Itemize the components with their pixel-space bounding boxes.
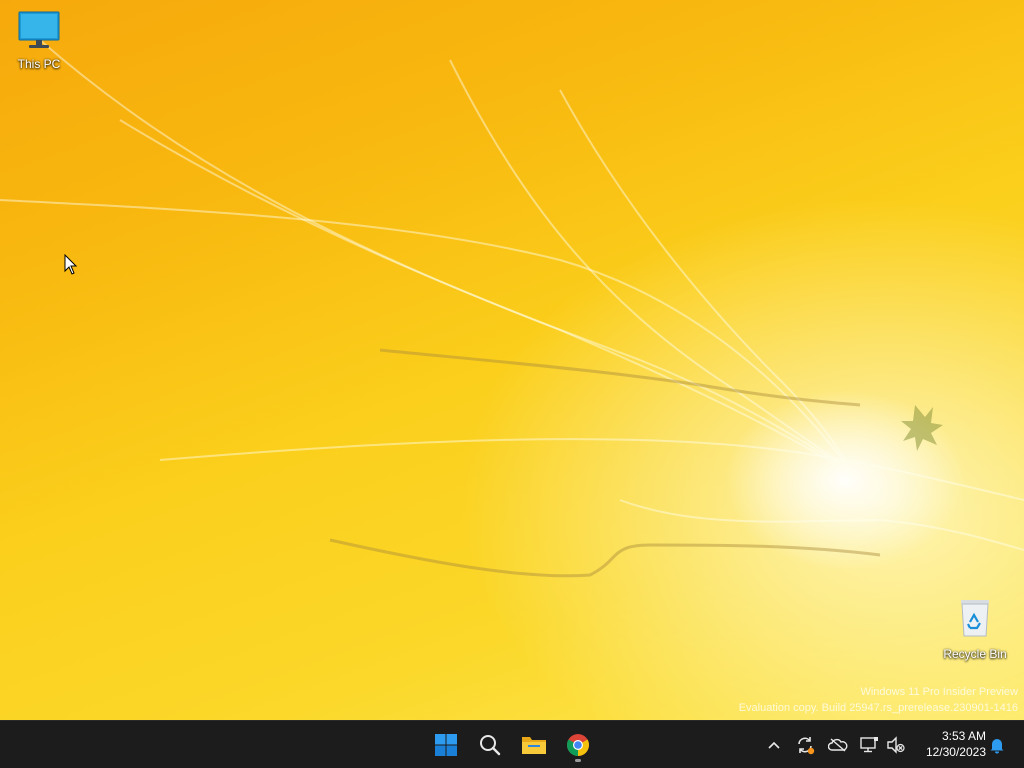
bell-icon (990, 739, 1004, 754)
this-pc-desktop-icon[interactable]: This PC (4, 10, 74, 71)
onedrive-tray-button[interactable] (826, 733, 850, 757)
start-button[interactable] (426, 725, 466, 765)
recycle-bin-label: Recycle Bin (943, 647, 1007, 661)
network-icon (860, 737, 878, 753)
taskbar: 3:53 AM 12/30/2023 (0, 720, 1024, 768)
onedrive-icon (828, 738, 848, 752)
folder-icon (522, 737, 546, 754)
clock-date: 12/30/2023 (925, 745, 986, 759)
watermark-line-1: Windows 11 Pro Insider Preview (860, 686, 1018, 698)
recycle-bin-icon (961, 600, 989, 637)
search-button[interactable] (470, 725, 510, 765)
watermark-line-2: Evaluation copy. Build 25947.rs_prerelea… (738, 702, 1018, 714)
network-tray-button[interactable] (857, 733, 881, 757)
evaluation-watermark: Windows 11 Pro Insider Preview Evaluatio… (739, 684, 1018, 716)
clock-time: 3:53 AM (941, 729, 986, 743)
chrome-running-indicator (575, 759, 581, 762)
update-tray-button[interactable] (793, 733, 817, 757)
recycle-bin-desktop-icon[interactable]: Recycle Bin (940, 596, 1010, 661)
show-hidden-icons-button[interactable] (762, 733, 786, 757)
clock-button[interactable]: 3:53 AM 12/30/2023 (914, 728, 986, 760)
windows-logo-icon (435, 734, 457, 756)
chrome-icon (567, 734, 589, 756)
file-explorer-button[interactable] (514, 725, 554, 765)
update-icon (798, 737, 815, 755)
search-icon (480, 735, 501, 756)
this-pc-label: This PC (17, 57, 61, 71)
monitor-icon (18, 11, 60, 48)
desktop[interactable]: This PC Recycle Bin Windows 11 Pro Insid… (0, 0, 1024, 720)
mouse-cursor-icon (64, 254, 78, 275)
volume-muted-icon (887, 736, 905, 754)
volume-tray-button[interactable] (884, 733, 908, 757)
chevron-up-icon (768, 741, 780, 749)
wallpaper-streaks (0, 39, 1024, 578)
notifications-button[interactable] (985, 733, 1009, 757)
